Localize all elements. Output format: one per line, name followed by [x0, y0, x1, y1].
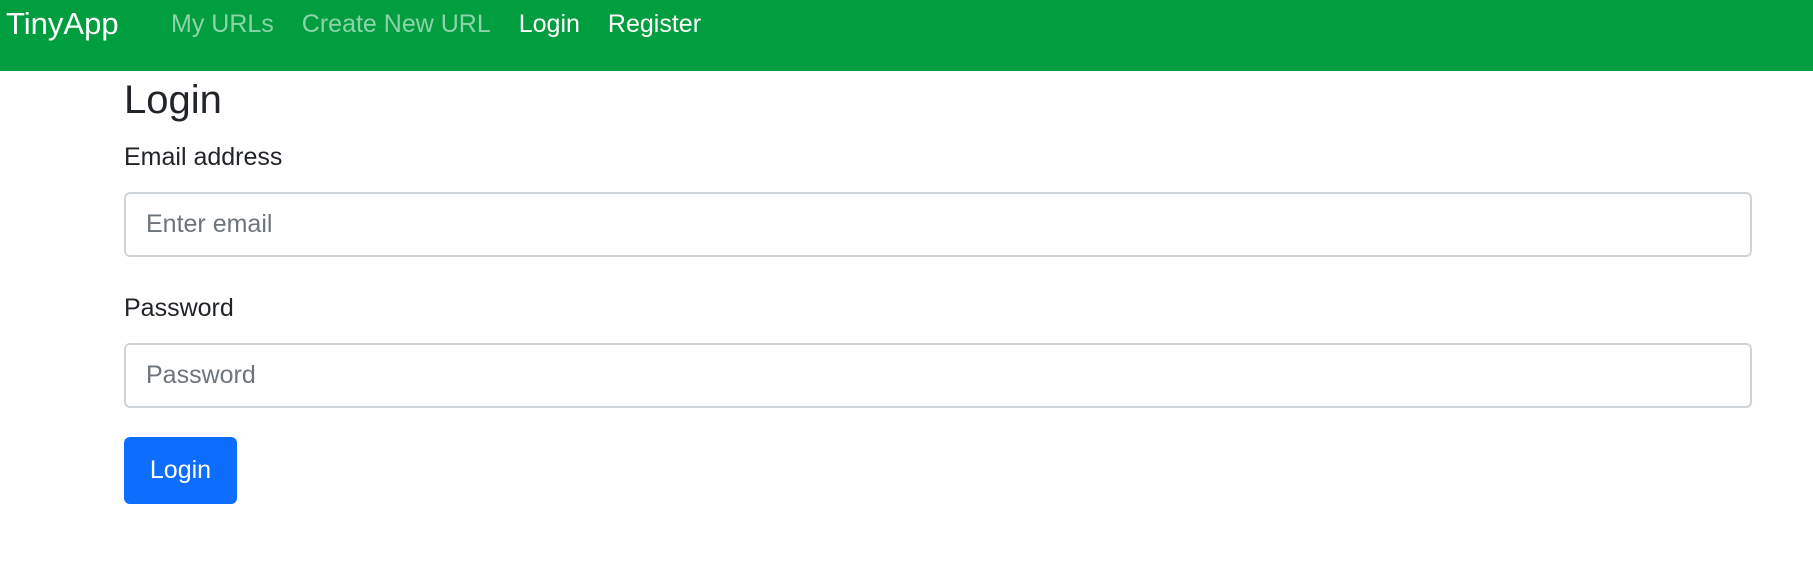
- brand-link[interactable]: TinyApp: [6, 5, 119, 43]
- nav-link-register[interactable]: Register: [608, 7, 701, 41]
- password-label: Password: [124, 294, 234, 322]
- nav-link-my-urls[interactable]: My URLs: [171, 7, 274, 41]
- nav-link-create-new-url[interactable]: Create New URL: [302, 7, 491, 41]
- login-submit-button[interactable]: Login: [124, 437, 237, 504]
- page-title: Login: [124, 78, 222, 122]
- nav-links: My URLs Create New URL Login Register: [171, 7, 701, 41]
- top-navbar: TinyApp My URLs Create New URL Login Reg…: [0, 0, 1813, 71]
- email-field[interactable]: [124, 192, 1752, 257]
- email-label: Email address: [124, 143, 283, 171]
- password-field[interactable]: [124, 343, 1752, 408]
- nav-link-login[interactable]: Login: [519, 7, 580, 41]
